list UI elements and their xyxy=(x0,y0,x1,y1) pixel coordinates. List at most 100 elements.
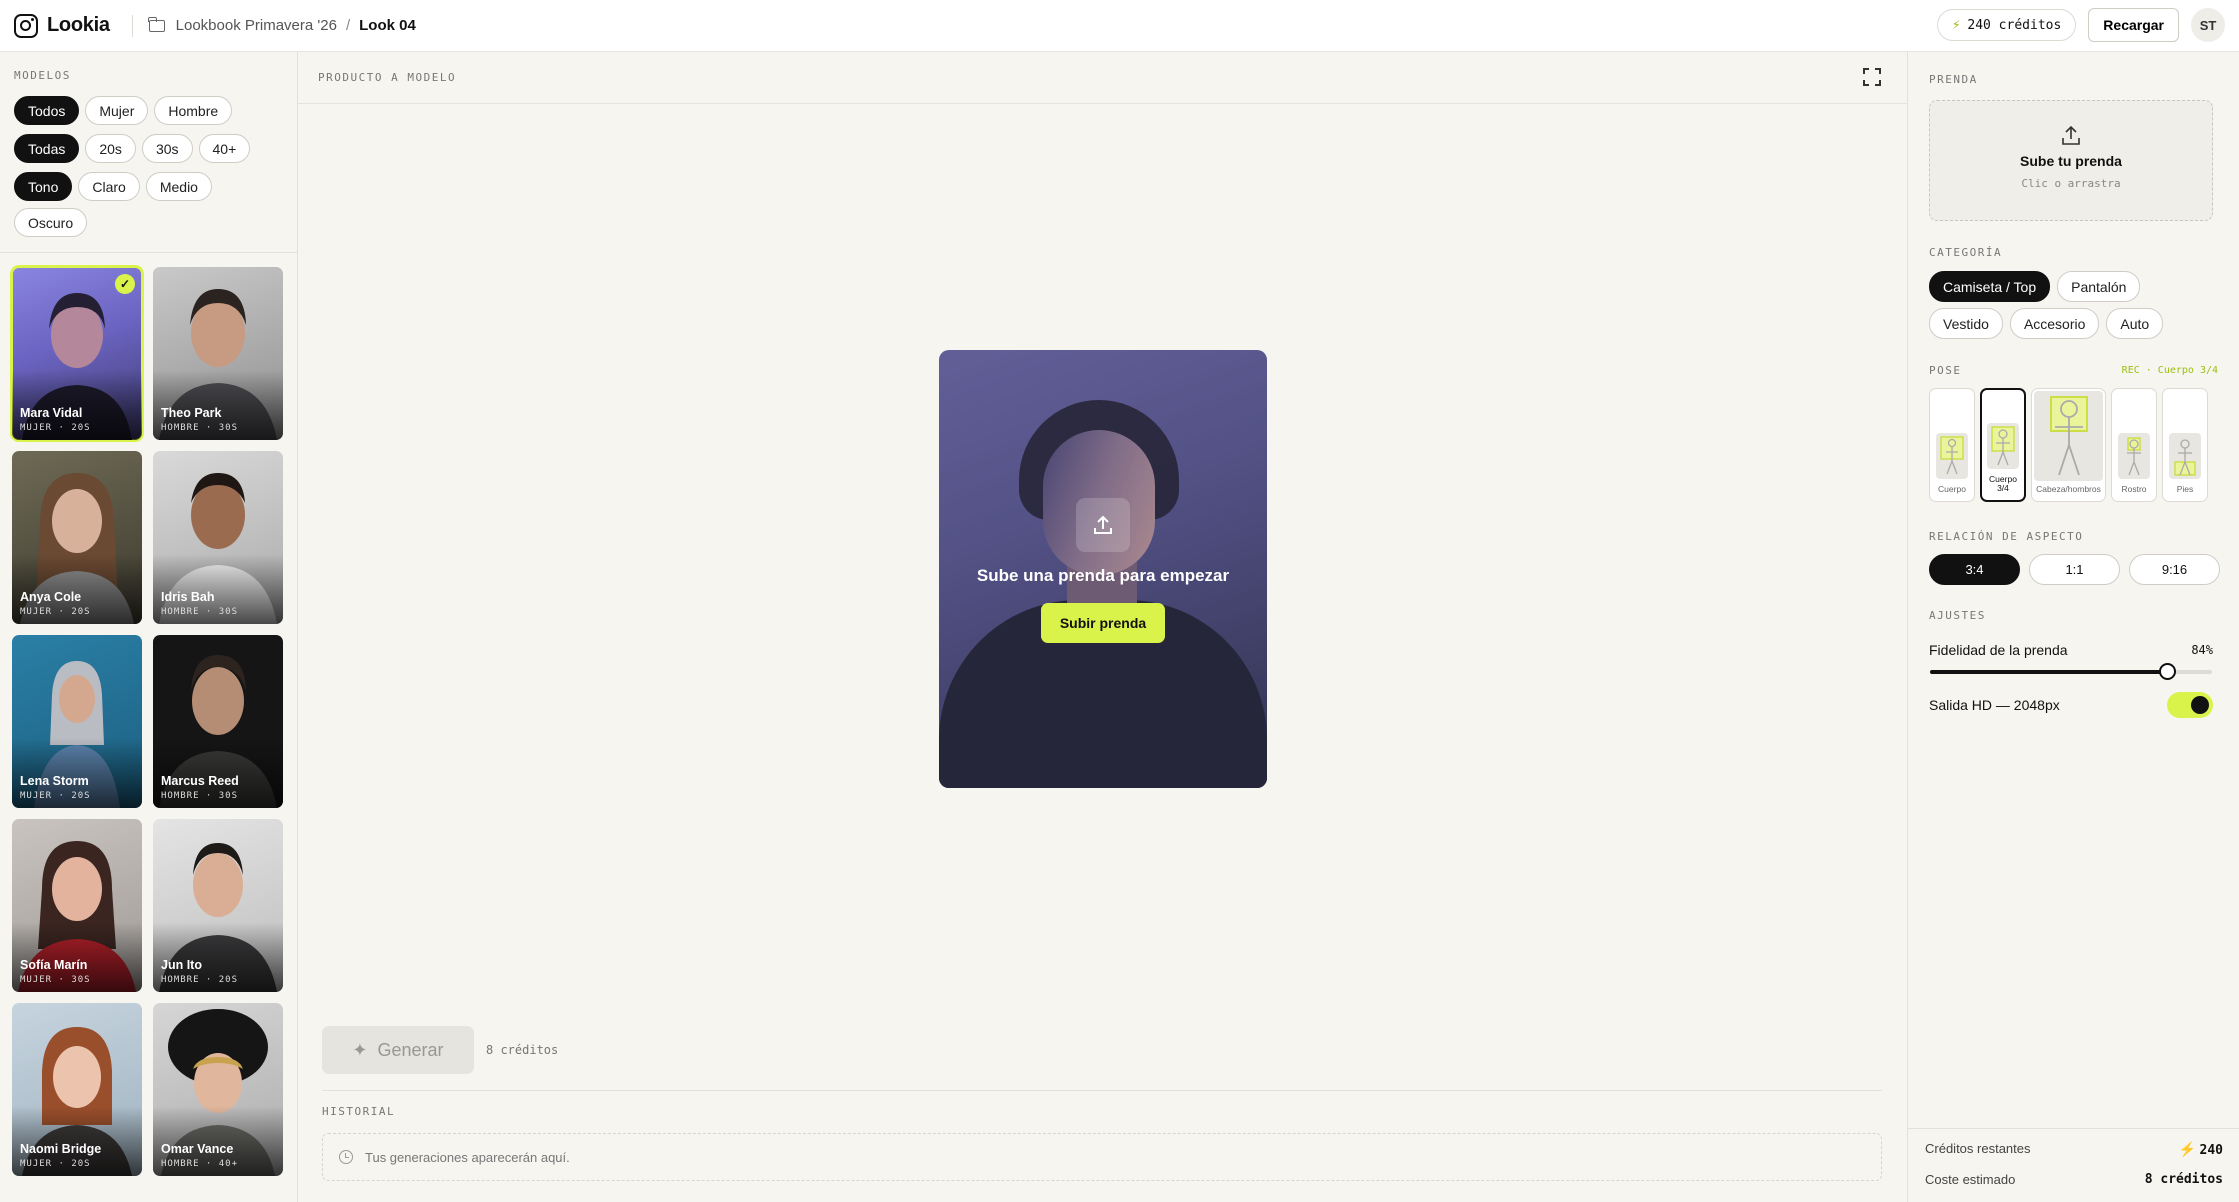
aspect-options: 3:4 1:1 9:16 xyxy=(1929,554,2220,585)
model-name: Naomi Bridge xyxy=(20,1142,102,1156)
breadcrumb-project[interactable]: Lookbook Primavera '26 xyxy=(176,17,337,34)
fidelity-slider[interactable] xyxy=(1930,663,2212,680)
app-logo[interactable]: Lookia xyxy=(14,13,110,38)
filter-medio[interactable]: Medio xyxy=(145,172,212,201)
divider xyxy=(322,1090,1882,1091)
aspect-9-16[interactable]: 9:16 xyxy=(2129,554,2220,585)
preview-card: Sube una prenda para empezar Subir prend… xyxy=(939,350,1267,788)
model-meta: HOMBRE · 20S xyxy=(161,975,239,985)
expand-icon[interactable] xyxy=(1863,68,1881,86)
aspect-1-1[interactable]: 1:1 xyxy=(2029,554,2120,585)
logo-icon xyxy=(14,13,38,38)
filter-todos[interactable]: Todos xyxy=(14,96,80,125)
history-empty-state: Tus generaciones aparecerán aquí. xyxy=(322,1133,1882,1181)
pose-cuerpo[interactable]: Cuerpo xyxy=(1929,388,1975,502)
divider xyxy=(131,14,133,37)
history-empty-text: Tus generaciones aparecerán aquí. xyxy=(365,1149,570,1165)
generate-button[interactable]: ✦ Generar xyxy=(322,1026,474,1074)
model-name: Theo Park xyxy=(161,406,222,420)
category-vestido[interactable]: Vestido xyxy=(1929,308,2003,339)
model-card[interactable]: Sofía Marín MUJER · 30S xyxy=(12,819,142,992)
pose-cabeza-hombros[interactable]: Cabeza/hombros xyxy=(2031,388,2106,502)
credits-badge: ⚡ 240 créditos xyxy=(1936,9,2077,41)
slider-handle[interactable] xyxy=(2159,663,2176,680)
model-meta: MUJER · 20S xyxy=(20,1159,91,1169)
pose-cuerpo-3-4[interactable]: Cuerpo 3/4 xyxy=(1980,388,2026,502)
credits-count: 240 créditos xyxy=(1967,17,2062,33)
breadcrumb-current: Look 04 xyxy=(359,17,416,34)
generate-cost: 8 créditos xyxy=(486,1043,559,1057)
model-card[interactable]: Marcus Reed HOMBRE · 30S xyxy=(153,635,283,808)
model-card[interactable]: Naomi Bridge MUJER · 20S xyxy=(12,1003,142,1176)
model-name: Anya Cole xyxy=(20,590,82,604)
check-icon: ✓ xyxy=(115,274,135,294)
filter-claro[interactable]: Claro xyxy=(78,172,140,201)
reload-credits-button[interactable]: Recargar xyxy=(2088,8,2179,42)
model-card[interactable]: Omar Vance HOMBRE · 40+ xyxy=(153,1003,283,1176)
model-meta: HOMBRE · 30S xyxy=(161,423,239,433)
model-meta: MUJER · 20S xyxy=(20,791,91,801)
upload-icon xyxy=(2061,125,2081,147)
cost-label: Coste estimado xyxy=(1925,1172,2016,1187)
model-name: Mara Vidal xyxy=(20,406,83,420)
model-card[interactable]: Lena Storm MUJER · 20S xyxy=(12,635,142,808)
pose-label: Cabeza/hombros xyxy=(2036,484,2101,495)
model-card[interactable]: ✓ Mara Vidal MUJER · 20S xyxy=(10,265,144,442)
filter-hombre[interactable]: Hombre xyxy=(154,96,233,125)
credits-left-value: 240 xyxy=(2199,1143,2223,1158)
model-card[interactable]: Theo Park HOMBRE · 30S xyxy=(153,267,283,440)
model-name: Omar Vance xyxy=(161,1142,234,1156)
category-title: CATEGORÍA xyxy=(1929,246,2003,259)
upload-garment-button[interactable]: Subir prenda xyxy=(1041,603,1165,643)
pose-label: Cuerpo xyxy=(1938,484,1966,495)
hd-output-toggle[interactable] xyxy=(2167,692,2213,718)
divider xyxy=(0,252,298,253)
pose-pies[interactable]: Pies xyxy=(2162,388,2208,502)
breadcrumb: Lookbook Primavera '26 / Look 04 xyxy=(148,16,416,34)
model-name: Idris Bah xyxy=(161,590,215,604)
garment-dropzone[interactable]: Sube tu prenda Clic o arrastra xyxy=(1929,100,2213,221)
pose-label: Cuerpo 3/4 xyxy=(1989,474,2017,494)
category-auto[interactable]: Auto xyxy=(2106,308,2164,339)
breadcrumb-separator: / xyxy=(345,17,351,34)
full-body-icon xyxy=(1936,433,1968,480)
filter-20s[interactable]: 20s xyxy=(85,134,136,163)
pose-label: Pies xyxy=(2176,484,2194,495)
model-name: Sofía Marín xyxy=(20,958,88,972)
filter-tono[interactable]: Tono xyxy=(14,172,73,201)
dropzone-title: Sube tu prenda xyxy=(2020,153,2122,169)
category-accesorio[interactable]: Accesorio xyxy=(2009,308,2100,339)
slider-fill xyxy=(1930,670,2167,674)
model-meta: HOMBRE · 40+ xyxy=(161,1159,239,1169)
bolt-icon: ⚡ xyxy=(2178,1141,2196,1157)
avatar[interactable]: ST xyxy=(2191,8,2225,42)
head-shoulders-icon xyxy=(2034,391,2103,482)
model-meta: MUJER · 20S xyxy=(20,607,91,617)
model-card[interactable]: Anya Cole MUJER · 20S xyxy=(12,451,142,624)
fidelity-value: 84% xyxy=(2191,643,2213,657)
folder-icon xyxy=(148,16,165,32)
aspect-title: RELACIÓN DE ASPECTO xyxy=(1929,530,2084,543)
sparkle-icon: ✦ xyxy=(352,1039,368,1060)
category-top[interactable]: Camiseta / Top xyxy=(1929,271,2051,302)
filter-todas[interactable]: Todas xyxy=(14,134,80,163)
model-card[interactable]: Jun Ito HOMBRE · 20S xyxy=(153,819,283,992)
model-meta: MUJER · 20S xyxy=(20,423,91,433)
category-pantalon[interactable]: Pantalón xyxy=(2057,271,2141,302)
upload-icon[interactable] xyxy=(1076,498,1130,552)
face-icon xyxy=(2118,433,2150,480)
model-name: Marcus Reed xyxy=(161,774,239,788)
filter-40plus[interactable]: 40+ xyxy=(198,134,251,163)
model-meta: MUJER · 30S xyxy=(20,975,91,985)
model-meta: HOMBRE · 30S xyxy=(161,791,239,801)
bolt-icon: ⚡ xyxy=(1951,17,1961,33)
model-card[interactable]: Idris Bah HOMBRE · 30S xyxy=(153,451,283,624)
models-sidebar: MODELOS Todos Mujer Hombre Todas 20s 30s… xyxy=(0,52,298,1202)
model-meta: HOMBRE · 30S xyxy=(161,607,239,617)
model-grid: ✓ Mara Vidal MUJER · 20S Theo Park HOMBR… xyxy=(10,265,283,1176)
filter-30s[interactable]: 30s xyxy=(141,134,193,163)
aspect-3-4[interactable]: 3:4 xyxy=(1929,554,2020,585)
filter-oscuro[interactable]: Oscuro xyxy=(14,208,88,237)
filter-mujer[interactable]: Mujer xyxy=(85,96,149,125)
pose-rostro[interactable]: Rostro xyxy=(2111,388,2157,502)
